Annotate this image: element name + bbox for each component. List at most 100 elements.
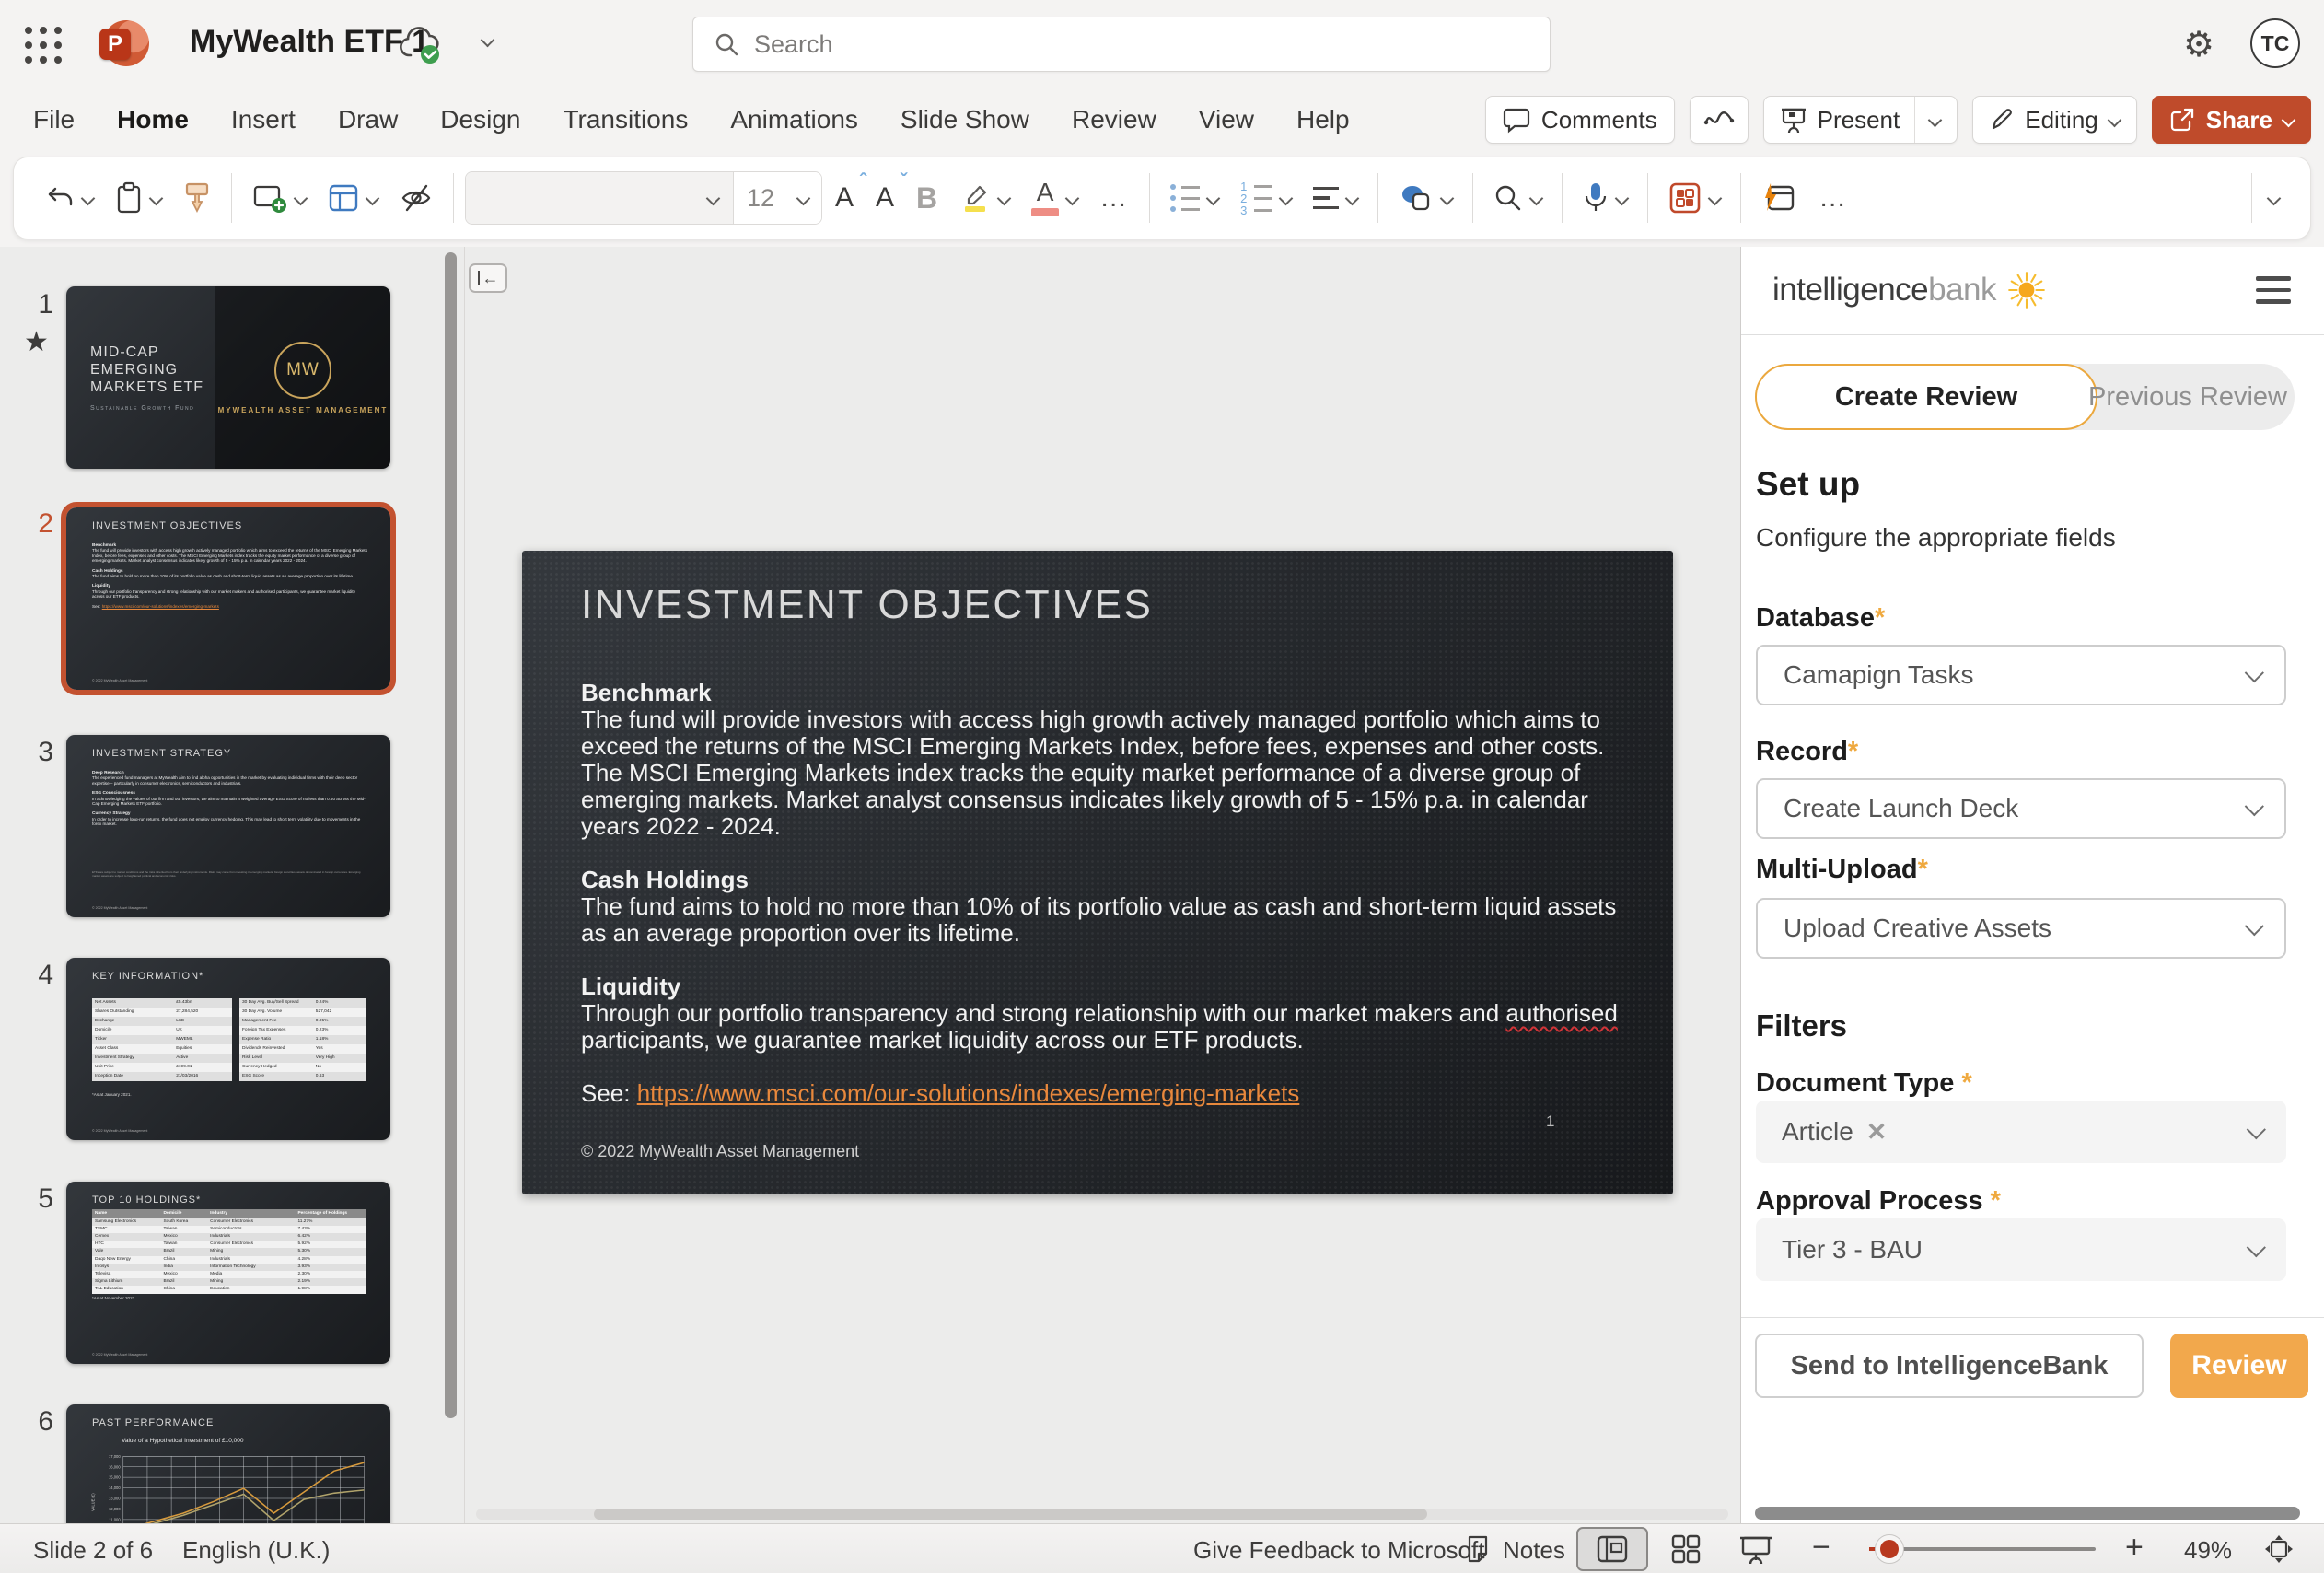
menu-item-file[interactable]: File <box>33 105 75 134</box>
new-slide-button[interactable] <box>243 169 315 227</box>
approval-process-select[interactable]: Tier 3 - BAU <box>1756 1218 2286 1281</box>
slide-thumbnail-2[interactable]: INVESTMENT OBJECTIVES Benchmark The fund… <box>66 507 390 690</box>
editing-dropdown-chevron-icon[interactable] <box>2107 112 2121 127</box>
find-chevron-icon[interactable] <box>1529 191 1544 205</box>
search-input[interactable] <box>754 30 1491 59</box>
multiupload-select[interactable]: Upload Creative Assets <box>1756 898 2286 959</box>
slide-body-text[interactable]: Benchmark The fund will provide investor… <box>581 680 1621 1107</box>
undo-chevron-icon[interactable] <box>81 191 96 205</box>
text-highlight-button[interactable] <box>950 169 1018 227</box>
slide-thumbnail-3[interactable]: INVESTMENT STRATEGY Deep Research The ex… <box>66 735 390 917</box>
bold-button[interactable]: B <box>907 169 947 227</box>
layout-button[interactable] <box>319 169 387 227</box>
document-type-select[interactable]: Article ✕ <box>1756 1101 2286 1163</box>
slide-thumbnail-6[interactable]: PAST PERFORMANCE Value of a Hypothetical… <box>66 1404 390 1523</box>
share-button[interactable]: Share <box>2152 96 2311 144</box>
collapse-thumbnail-pane-button[interactable]: ← <box>469 263 507 293</box>
slide-thumbnail-4[interactable]: KEY INFORMATION* Net Assets£5.43bnShares… <box>66 958 390 1140</box>
language-status[interactable]: English (U.K.) <box>182 1536 330 1565</box>
menu-item-animations[interactable]: Animations <box>730 105 858 134</box>
menu-item-help[interactable]: Help <box>1296 105 1350 134</box>
msci-link[interactable]: https://www.msci.com/our-solutions/index… <box>637 1079 1300 1107</box>
font-name-select[interactable] <box>466 172 733 224</box>
menu-item-design[interactable]: Design <box>440 105 520 134</box>
record-select[interactable]: Create Launch Deck <box>1756 778 2286 839</box>
cloud-saved-icon[interactable] <box>398 26 446 66</box>
highlight-chevron-icon[interactable] <box>997 191 1012 205</box>
canvas-horizontal-scrollbar-thumb[interactable] <box>594 1509 1427 1520</box>
menu-item-review[interactable]: Review <box>1072 105 1156 134</box>
add-ins-button[interactable] <box>1752 169 1806 227</box>
zoom-level[interactable]: 49% <box>2184 1536 2232 1565</box>
format-painter-button[interactable] <box>174 169 220 227</box>
powerpoint-logo-icon[interactable]: P <box>103 20 149 66</box>
fit-to-window-icon[interactable] <box>2263 1533 2295 1565</box>
panel-menu-hamburger-icon[interactable] <box>2256 276 2291 304</box>
search-box[interactable] <box>692 17 1551 72</box>
notes-icon[interactable] <box>1466 1535 1490 1563</box>
zoom-slider-thumb[interactable] <box>1875 1534 1904 1564</box>
document-title[interactable]: MyWealth ETF 1 <box>190 24 429 60</box>
slide-thumbnail-5[interactable]: TOP 10 HOLDINGS* NameDomicileIndustryPer… <box>66 1182 390 1364</box>
notes-toggle[interactable]: Notes <box>1503 1536 1565 1565</box>
title-dropdown-chevron-icon[interactable] <box>481 33 495 48</box>
settings-gear-icon[interactable]: ⚙ <box>2177 22 2221 66</box>
paste-chevron-icon[interactable] <box>149 191 164 205</box>
shapes-chevron-icon[interactable] <box>1440 191 1455 205</box>
bullets-chevron-icon[interactable] <box>1206 191 1221 205</box>
editing-mode-button[interactable]: Editing <box>1972 96 2137 144</box>
dictate-chevron-icon[interactable] <box>1615 191 1630 205</box>
designer-chevron-icon[interactable] <box>1708 191 1723 205</box>
align-button[interactable] <box>1304 169 1366 227</box>
more-ribbon-options-button[interactable]: … <box>1809 169 1857 227</box>
font-color-chevron-icon[interactable] <box>1065 191 1080 205</box>
font-size-select[interactable]: 12 <box>733 172 821 224</box>
more-font-options-button[interactable]: … <box>1090 169 1138 227</box>
tab-create-review[interactable]: Create Review <box>1755 364 2097 430</box>
normal-view-button[interactable] <box>1576 1527 1648 1571</box>
main-slide[interactable]: INVESTMENT OBJECTIVES Benchmark The fund… <box>522 551 1673 1194</box>
send-to-intelligencebank-button[interactable]: Send to IntelligenceBank <box>1755 1334 2144 1398</box>
bullets-button[interactable] <box>1161 169 1227 227</box>
thumbnail-scrollbar[interactable] <box>445 252 457 1418</box>
designer-button[interactable] <box>1659 169 1729 227</box>
slide-sorter-view-button[interactable] <box>1663 1527 1709 1571</box>
slide-position-status[interactable]: Slide 2 of 6 <box>33 1536 153 1565</box>
paste-button[interactable] <box>106 169 170 227</box>
slide-thumbnail-1[interactable]: MID-CAP EMERGING MARKETS ETF Sustainable… <box>66 286 390 469</box>
present-button[interactable]: Present <box>1763 96 1958 144</box>
numbering-chevron-icon[interactable] <box>1279 191 1294 205</box>
canvas-horizontal-scrollbar[interactable] <box>476 1509 1728 1520</box>
panel-horizontal-scrollbar[interactable] <box>1755 1507 2300 1520</box>
database-select[interactable]: Camapign Tasks <box>1756 645 2286 705</box>
comments-button[interactable]: Comments <box>1485 96 1675 144</box>
slideshow-view-button[interactable] <box>1731 1527 1781 1571</box>
collapse-ribbon-chevron-icon[interactable] <box>2260 169 2288 227</box>
slide-title[interactable]: INVESTMENT OBJECTIVES <box>581 582 1153 628</box>
menu-item-insert[interactable]: Insert <box>231 105 296 134</box>
shrink-font-button[interactable]: Aˇ <box>866 169 903 227</box>
app-launcher-waffle-icon[interactable] <box>22 24 64 66</box>
chip-remove-close-icon[interactable]: ✕ <box>1866 1118 1888 1147</box>
grow-font-button[interactable]: Aˆ <box>826 169 863 227</box>
menu-item-view[interactable]: View <box>1199 105 1254 134</box>
menu-item-transitions[interactable]: Transitions <box>563 105 688 134</box>
dictate-button[interactable] <box>1574 169 1636 227</box>
align-chevron-icon[interactable] <box>1345 191 1360 205</box>
feedback-link[interactable]: Give Feedback to Microsoft <box>1193 1536 1484 1565</box>
zoom-out-button[interactable]: − <box>1812 1530 1830 1566</box>
share-dropdown-chevron-icon[interactable] <box>2282 112 2296 127</box>
undo-button[interactable] <box>36 169 102 227</box>
review-button[interactable]: Review <box>2170 1334 2308 1398</box>
find-button[interactable] <box>1484 169 1551 227</box>
ink-sketch-button[interactable] <box>1690 96 1749 144</box>
present-dropdown-chevron-icon[interactable] <box>1914 97 1940 143</box>
hide-slide-button[interactable] <box>390 169 442 227</box>
tab-previous-review[interactable]: Previous Review <box>2097 364 2295 430</box>
new-slide-chevron-icon[interactable] <box>294 191 308 205</box>
shapes-button[interactable] <box>1389 169 1461 227</box>
layout-chevron-icon[interactable] <box>366 191 380 205</box>
user-avatar[interactable]: TC <box>2250 18 2300 68</box>
zoom-in-button[interactable]: + <box>2125 1530 2144 1566</box>
font-color-button[interactable]: A <box>1022 169 1086 227</box>
